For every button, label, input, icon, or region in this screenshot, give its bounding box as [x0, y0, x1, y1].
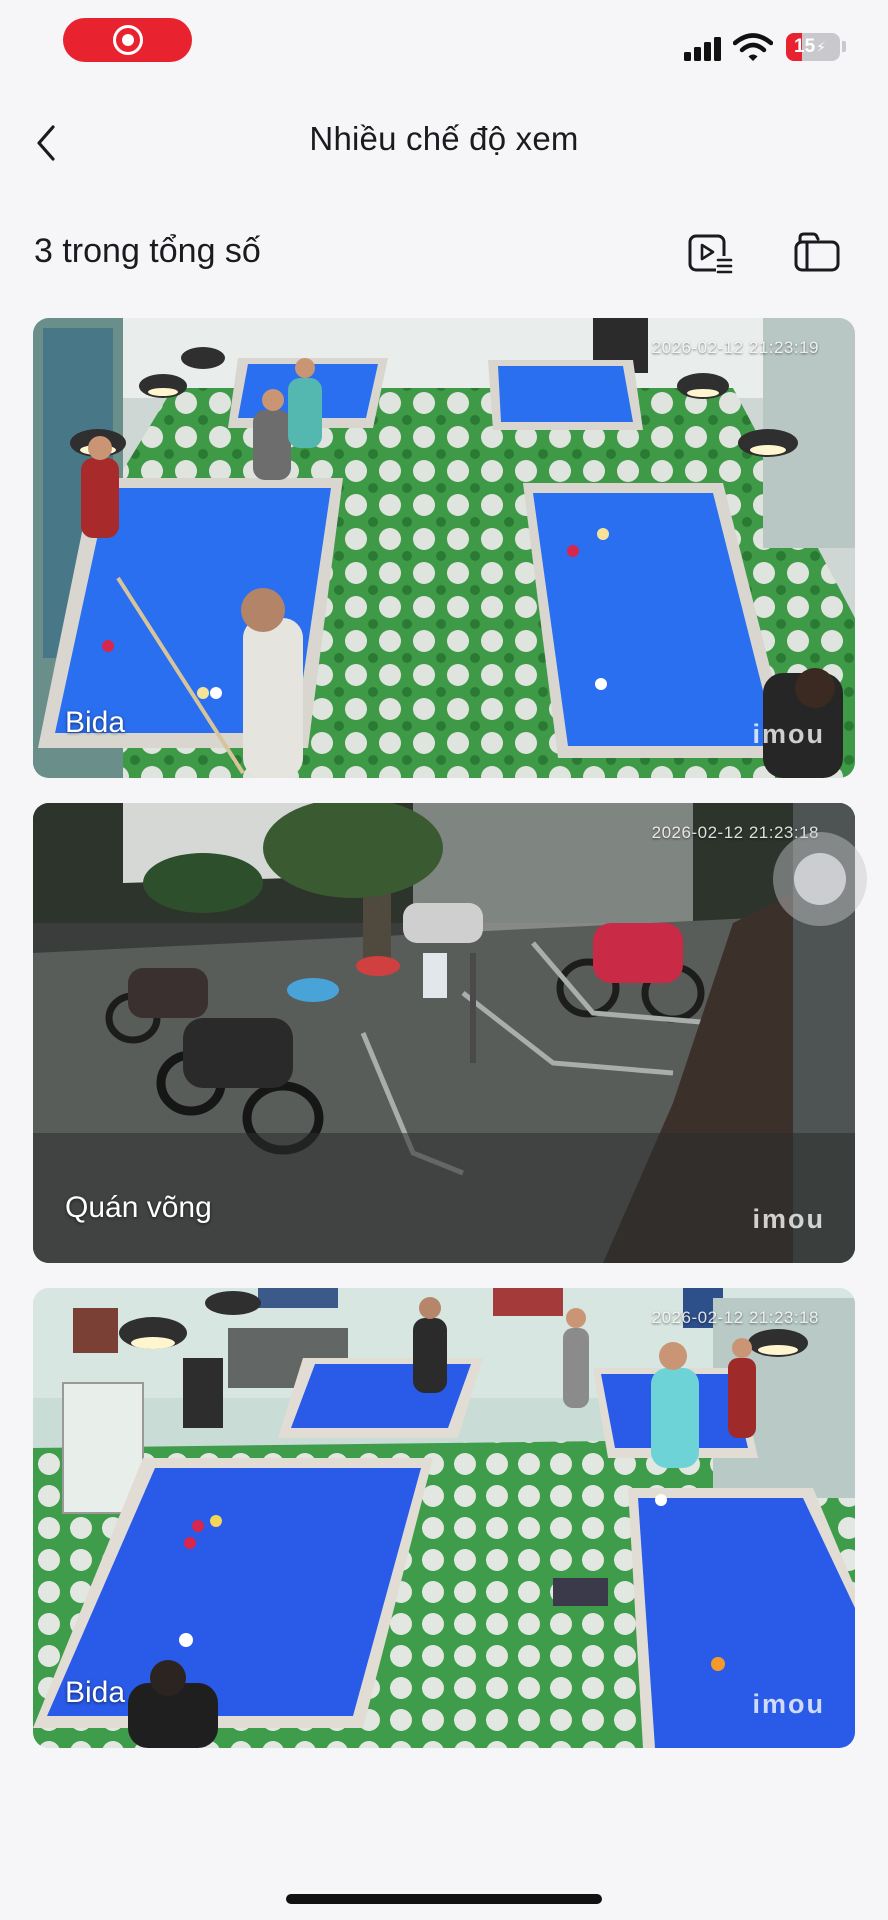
record-icon: [112, 25, 143, 55]
brand-watermark: imou: [752, 1204, 825, 1234]
wifi-icon: [733, 33, 773, 61]
battery-icon: 15 ⚡: [786, 33, 840, 61]
cellular-signal-icon: [684, 35, 724, 61]
assistive-touch-button[interactable]: [773, 832, 867, 926]
camera-card-bida-2[interactable]: 2026-02-12 21:23:18 Bida imou: [33, 1288, 855, 1748]
video-playlist-icon: [688, 234, 733, 274]
multiview-button[interactable]: [791, 230, 843, 276]
camera-name: Bida: [65, 706, 126, 739]
multi-view-icon: [794, 232, 840, 272]
battery-level: 15: [794, 36, 816, 57]
camera-timestamp: 2026-02-12 21:23:18: [651, 1308, 819, 1327]
brand-watermark: imou: [752, 1689, 825, 1719]
camera-name: Bida: [65, 1676, 126, 1709]
camera-count-label: 3 trong tổng số: [34, 232, 261, 270]
page-title: Nhiều chế độ xem: [309, 120, 579, 157]
status-bar: 15 ⚡: [0, 0, 888, 90]
camera-feed-image: [33, 1288, 855, 1748]
camera-card-bida-1[interactable]: 2026-02-12 21:23:19 Bida imou: [33, 318, 855, 778]
playlist-button[interactable]: [686, 230, 734, 276]
camera-feed-image: [33, 318, 855, 778]
camera-name: Quán võng: [65, 1191, 212, 1224]
home-indicator[interactable]: [286, 1894, 602, 1904]
camera-card-quan-vong[interactable]: 2026-02-12 21:23:18 Quán võng imou: [33, 803, 855, 1263]
battery-cap: [842, 41, 846, 52]
screen-recording-indicator[interactable]: [63, 18, 192, 62]
camera-timestamp: 2026-02-12 21:23:19: [651, 338, 819, 357]
brand-watermark: imou: [752, 719, 825, 749]
